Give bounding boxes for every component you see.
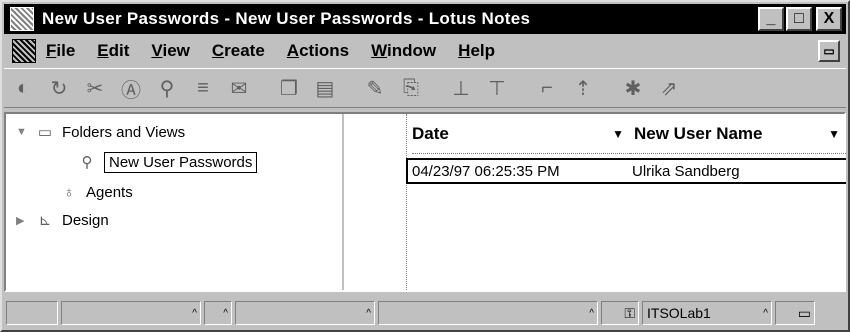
- back-icon[interactable]: ◐: [6, 72, 40, 104]
- status-cell[interactable]: ^: [61, 301, 201, 325]
- search-icon[interactable]: ⚲: [150, 72, 184, 104]
- navigator-pane: ▼ ▭ Folders and Views ⚲ New User Passwor…: [6, 114, 344, 290]
- sort-arrow-icon[interactable]: ▼: [612, 127, 630, 141]
- expand-icon[interactable]: ⊤: [480, 72, 514, 104]
- nav-item-agents[interactable]: ♁ Agents: [58, 180, 133, 204]
- minimize-button[interactable]: _: [758, 7, 784, 31]
- folder-icon: ▭: [37, 124, 53, 141]
- menu-edit[interactable]: Edit: [97, 41, 129, 61]
- text-icon[interactable]: Ⓐ: [114, 72, 148, 104]
- status-cell[interactable]: ^: [204, 301, 232, 325]
- menu-help[interactable]: Help: [458, 41, 495, 61]
- collapsed-twistie-icon[interactable]: ▶: [16, 214, 34, 227]
- menu-actions[interactable]: Actions: [287, 41, 349, 61]
- menu-window[interactable]: Window: [371, 41, 436, 61]
- nav-item-label: Design: [62, 211, 109, 229]
- design-icon: ⊾: [38, 212, 52, 229]
- nav-item-folders[interactable]: ▼ ▭ Folders and Views: [16, 120, 185, 144]
- menu-view[interactable]: View: [151, 41, 189, 61]
- cell-new-user-name: Ulrika Sandberg: [632, 162, 740, 180]
- nav-item-label: New User Passwords: [104, 151, 258, 173]
- menu-create[interactable]: Create: [212, 41, 265, 61]
- next-unread-icon[interactable]: ⇗: [652, 72, 686, 104]
- view-magnifier-icon: ⚲: [81, 154, 93, 171]
- categorize-icon[interactable]: ✱: [616, 72, 650, 104]
- collapse-icon[interactable]: ⊥: [444, 72, 478, 104]
- status-bar: ^ ^ ^ ^ ⚿ ITSOLab1 ^ ▭: [4, 298, 846, 328]
- server-status[interactable]: ITSOLab1 ^: [642, 301, 772, 325]
- menu-bar: File Edit View Create Actions Window Hel…: [4, 36, 846, 66]
- selection-margin[interactable]: [344, 114, 407, 290]
- column-header-date[interactable]: Date ▼: [412, 114, 630, 154]
- window-title: New User Passwords - New User Passwords …: [42, 9, 531, 28]
- caret-icon: ^: [223, 307, 228, 319]
- nav-item-design[interactable]: ▶ ⊾ Design: [16, 208, 109, 232]
- sort-arrow-icon[interactable]: ▼: [828, 127, 846, 141]
- expanded-twistie-icon[interactable]: ▼: [16, 126, 34, 138]
- workspace: ▼ ▭ Folders and Views ⚲ New User Passwor…: [4, 112, 846, 292]
- smarticon-toolbar: ◐ ↻ ✂ Ⓐ ⚲ ≡ ✉ ❐ ▤ ✎ ⎘ ⊥ ⊤ ⌐ ⇡ ✱ ⇗: [4, 68, 846, 108]
- column-header-label: New User Name: [634, 123, 763, 143]
- status-cell[interactable]: ^: [235, 301, 375, 325]
- column-header-new-user-name[interactable]: New User Name ▼: [630, 114, 846, 154]
- lotus-notes-icon[interactable]: [10, 7, 34, 31]
- up-icon[interactable]: ⌐: [530, 72, 564, 104]
- nav-item-label: Agents: [86, 183, 133, 201]
- caret-icon: ^: [366, 307, 371, 319]
- copy-icon[interactable]: ❐: [272, 72, 306, 104]
- status-cell[interactable]: ^: [378, 301, 598, 325]
- caret-icon: ^: [763, 307, 768, 319]
- main-window: New User Passwords - New User Passwords …: [0, 0, 850, 332]
- title-bar[interactable]: New User Passwords - New User Passwords …: [4, 4, 846, 34]
- caret-icon: ^: [192, 307, 197, 319]
- edit-icon[interactable]: ✎: [358, 72, 392, 104]
- table-row[interactable]: 04/23/97 06:25:35 PM Ulrika Sandberg: [406, 158, 846, 184]
- nav-item-label: Folders and Views: [62, 123, 186, 141]
- cell-date: 04/23/97 06:25:35 PM: [412, 162, 560, 180]
- nav-item-new-user-passwords[interactable]: ⚲ New User Passwords: [76, 150, 258, 174]
- next-icon[interactable]: ⇡: [566, 72, 600, 104]
- access-key-icon[interactable]: ⚿: [601, 301, 639, 325]
- server-name: ITSOLab1: [647, 305, 711, 321]
- forward-icon[interactable]: ↻: [42, 72, 76, 104]
- document-menu-icon[interactable]: [12, 39, 36, 63]
- menu-file[interactable]: File: [46, 41, 75, 61]
- paste-icon[interactable]: ▤: [308, 72, 342, 104]
- column-header-label: Date: [412, 123, 449, 143]
- mail-icon[interactable]: ≡: [186, 72, 220, 104]
- agent-bulb-icon: ♁: [63, 183, 75, 201]
- close-button[interactable]: X: [816, 7, 842, 31]
- cut-icon[interactable]: ✂: [78, 72, 112, 104]
- view-pane: Date ▼ New User Name ▼ 04/23/97 06:25:35…: [344, 114, 846, 290]
- caret-icon: ^: [589, 307, 594, 319]
- restore-icon[interactable]: ▭: [818, 40, 840, 62]
- send-icon[interactable]: ✉: [222, 72, 256, 104]
- inbox-icon[interactable]: ▭: [775, 301, 815, 325]
- status-cell[interactable]: [6, 301, 58, 325]
- maximize-button[interactable]: □: [786, 7, 812, 31]
- attach-icon[interactable]: ⎘: [394, 72, 428, 104]
